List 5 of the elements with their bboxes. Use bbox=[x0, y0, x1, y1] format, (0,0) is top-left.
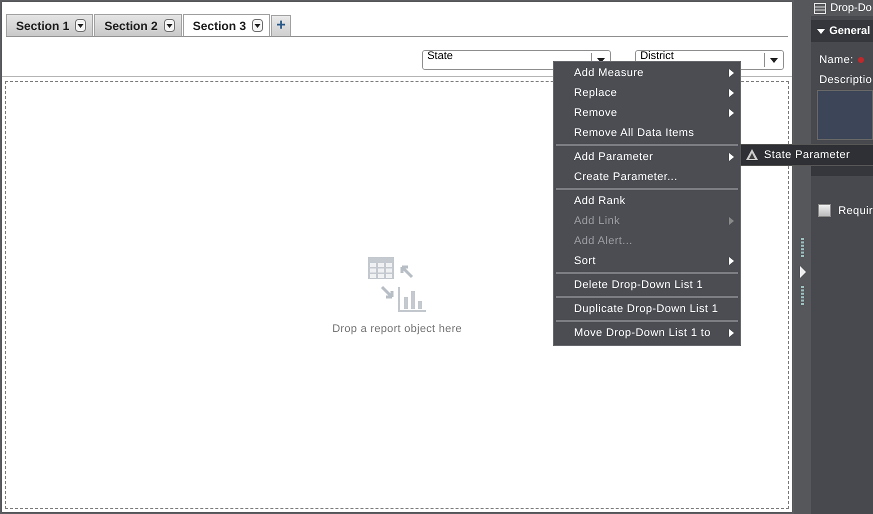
panel-title: Drop-Do bbox=[830, 2, 872, 14]
required-label: Requir bbox=[838, 204, 873, 216]
drop-hint: Drop a report object here bbox=[332, 323, 462, 335]
name-label: Name: bbox=[819, 54, 854, 66]
description-label: Descriptio bbox=[819, 74, 872, 86]
